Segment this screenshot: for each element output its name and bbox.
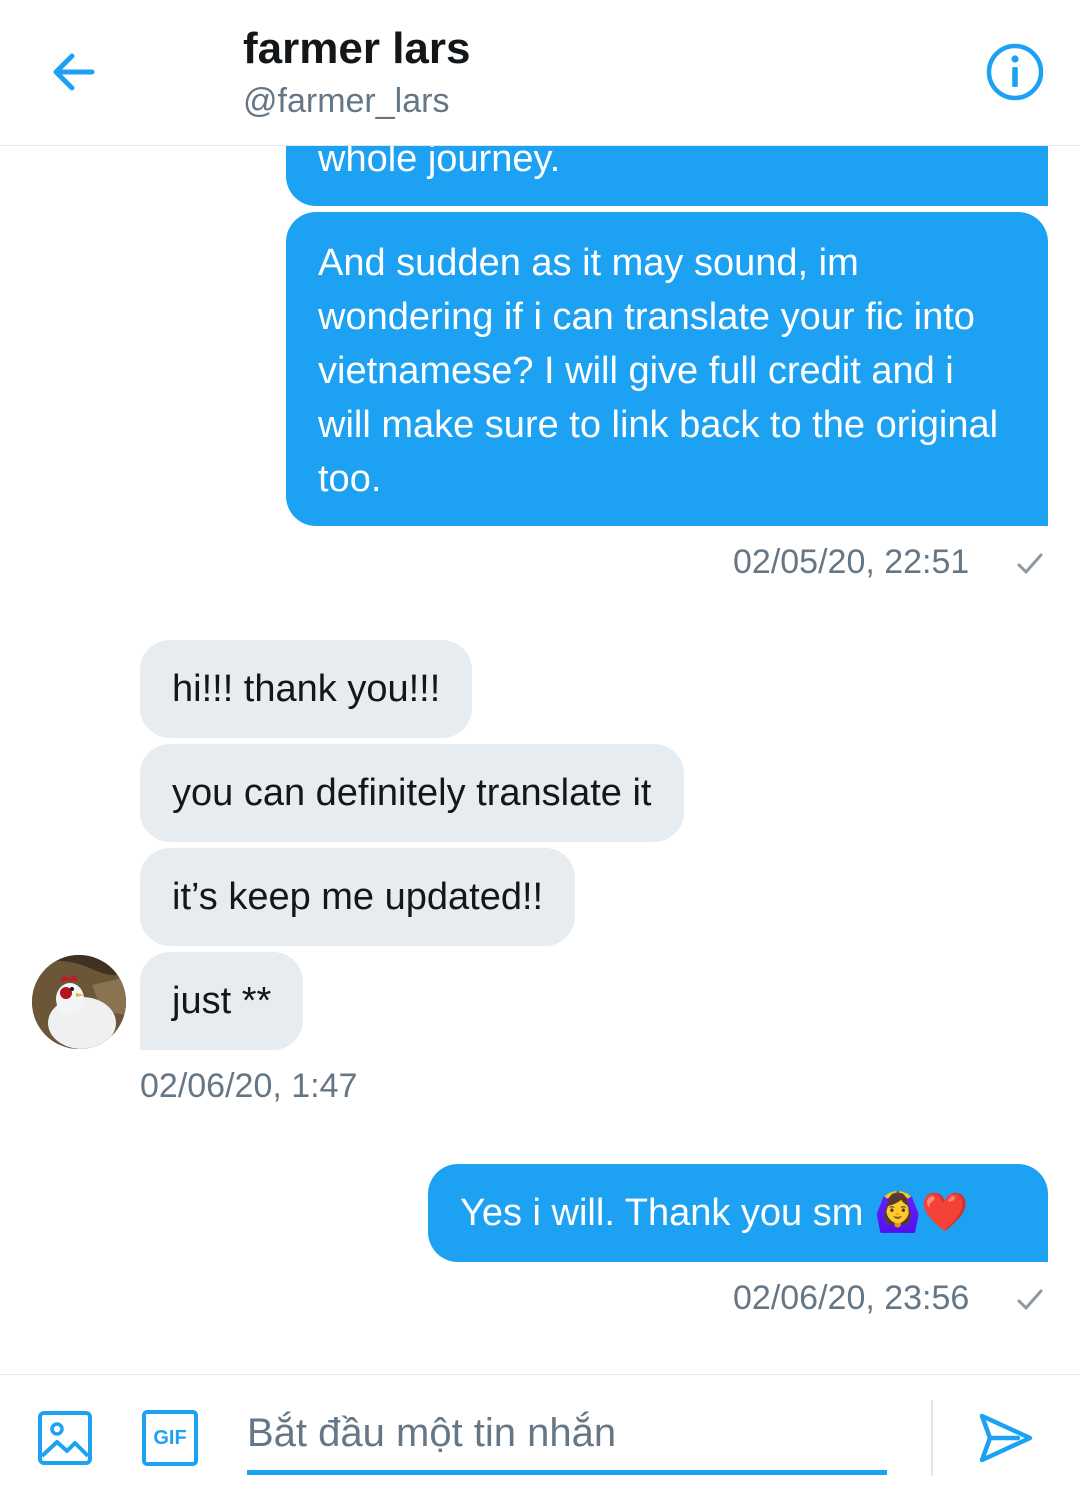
- input-focus-underline: [247, 1470, 887, 1475]
- conversation-header: farmer lars @farmer_lars: [0, 0, 1080, 146]
- image-icon[interactable]: [37, 1410, 93, 1466]
- incoming-message-bubble[interactable]: just **: [140, 952, 304, 1050]
- message-text: Yes i will. Thank you sm 🙆‍♀️❤️: [460, 1192, 969, 1234]
- message-text: you can definitely translate it: [172, 772, 652, 814]
- incoming-message-bubble[interactable]: you can definitely translate it: [140, 744, 684, 842]
- message-timestamp: 02/06/20, 23:56: [733, 1279, 970, 1317]
- info-icon[interactable]: [985, 42, 1045, 102]
- outgoing-message-bubble[interactable]: Yes i will. Thank you sm 🙆‍♀️❤️: [428, 1164, 1048, 1262]
- conversation-title[interactable]: farmer lars: [243, 24, 470, 74]
- incoming-message-bubble[interactable]: hi!!! thank you!!!: [140, 640, 473, 738]
- back-arrow-icon[interactable]: [46, 44, 102, 100]
- incoming-message-bubble[interactable]: it’s keep me updated!!: [140, 848, 576, 946]
- message-text: And sudden as it may sound, im wondering…: [318, 242, 999, 500]
- message-timestamp: 02/05/20, 22:51: [733, 543, 970, 581]
- message-text: hi!!! thank you!!!: [172, 668, 441, 710]
- message-timestamp: 02/06/20, 1:47: [140, 1067, 358, 1105]
- conversation-handle[interactable]: @farmer_lars: [243, 82, 449, 121]
- message-input[interactable]: [247, 1400, 887, 1466]
- outgoing-message-bubble[interactable]: And sudden as it may sound, im wondering…: [286, 212, 1048, 526]
- sender-avatar[interactable]: [32, 955, 126, 1049]
- message-text: just **: [172, 980, 272, 1022]
- gif-button[interactable]: GIF: [142, 1410, 198, 1466]
- send-icon[interactable]: [978, 1410, 1034, 1466]
- message-input-container: [247, 1400, 887, 1478]
- composer-divider: [931, 1400, 933, 1476]
- message-text: it’s keep me updated!!: [172, 876, 544, 918]
- read-checkmark-icon: [1017, 1289, 1043, 1310]
- gif-icon-label: GIF: [153, 1427, 187, 1449]
- read-checkmark-icon: [1017, 553, 1043, 574]
- avatar-image: [32, 955, 126, 1049]
